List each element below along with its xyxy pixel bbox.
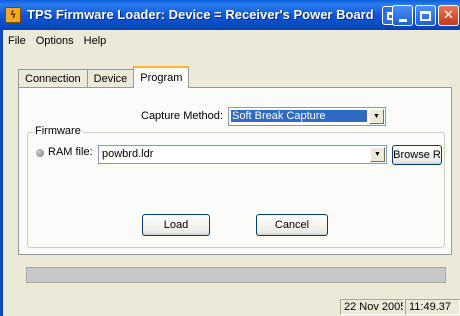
firmware-legend: Firmware [33, 125, 83, 137]
ram-file-select[interactable]: powbrd.ldr ▼ [98, 145, 387, 164]
cancel-button[interactable]: Cancel [256, 214, 328, 236]
capture-method-label: Capture Method: [141, 110, 223, 122]
tab-program[interactable]: Program [133, 66, 190, 88]
window-title: TPS Firmware Loader: Device = Receiver's… [27, 7, 374, 22]
minimize-button[interactable] [392, 5, 413, 26]
close-icon: ✕ [443, 8, 454, 23]
load-button[interactable]: Load [142, 214, 210, 236]
firmware-group: Firmware RAM file: powbrd.ldr ▼ Browse R… [27, 125, 445, 248]
ram-file-radio[interactable] [36, 149, 44, 157]
status-bar: 22 Nov 2005 11:49.37 [0, 298, 460, 316]
tab-strip: Connection Device Program [18, 66, 190, 88]
close-button[interactable]: ✕ [438, 5, 459, 26]
minimize-icon [398, 18, 407, 22]
cancel-button-label: Cancel [274, 219, 310, 231]
browse-button-label: Browse R [393, 149, 441, 161]
maximize-icon [420, 10, 431, 21]
capture-method-select[interactable]: Soft Break Capture ▼ [228, 107, 386, 126]
maximize-button[interactable] [415, 5, 436, 26]
program-panel: Capture Method: Soft Break Capture ▼ Fir… [18, 87, 452, 255]
title-bar[interactable]: ϟ TPS Firmware Loader: Device = Receiver… [0, 0, 460, 30]
load-button-label: Load [163, 219, 189, 231]
menu-bar: File Options Help [0, 30, 460, 52]
progress-bar [26, 267, 446, 283]
status-date: 22 Nov 2005 [340, 299, 404, 315]
status-time: 11:49.37 [405, 299, 460, 315]
lightning-icon[interactable]: ϟ [5, 7, 21, 23]
chevron-down-icon[interactable]: ▼ [369, 109, 384, 124]
menu-file[interactable]: File [4, 33, 30, 49]
tab-connection[interactable]: Connection [18, 69, 88, 88]
menu-help[interactable]: Help [80, 33, 111, 49]
browse-button[interactable]: Browse R [392, 145, 442, 165]
menu-options[interactable]: Options [32, 33, 78, 49]
capture-method-value: Soft Break Capture [231, 110, 367, 122]
window-frame-left [0, 30, 3, 316]
chevron-down-icon[interactable]: ▼ [370, 147, 385, 162]
ram-file-value: powbrd.ldr [102, 148, 154, 160]
ram-file-label: RAM file: [48, 146, 93, 158]
tab-device[interactable]: Device [86, 69, 135, 88]
